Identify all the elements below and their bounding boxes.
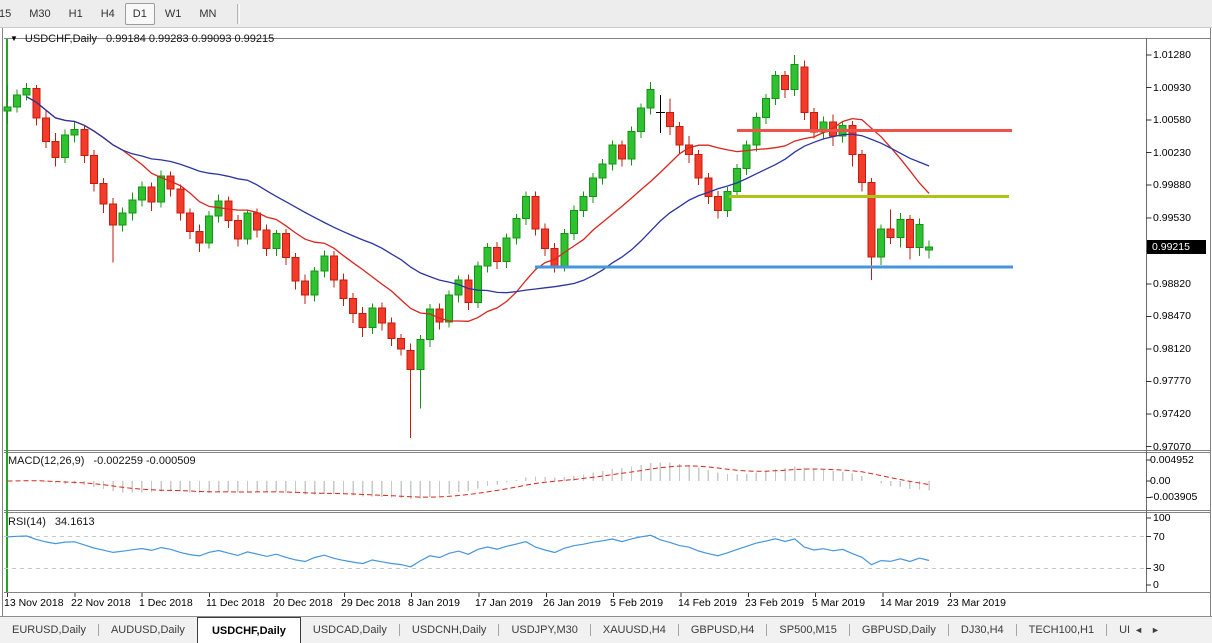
tf-button-mn[interactable]: MN	[191, 3, 224, 25]
tf-button-h1[interactable]: H1	[61, 3, 91, 25]
tab-xauusd-h4[interactable]: XAUUSD,H4	[591, 617, 678, 643]
toolbar-separator	[237, 4, 240, 24]
chart-title: ▼ USDCHF,Daily 0.99184 0.99283 0.99093 0.9…	[10, 33, 274, 45]
current-price-box: 0.99215	[1147, 240, 1206, 254]
symbol-tabbar: EURUSD,Daily AUDUSD,Daily USDCHF,Daily U…	[0, 616, 1212, 643]
macd-indicator-title: MACD(12,26,9) -0.002259 -0.000509	[8, 455, 196, 467]
tab-usdcnh-daily[interactable]: USDCNH,Daily	[400, 617, 499, 643]
chart-canvas[interactable]	[0, 28, 1212, 643]
tf-button-h4[interactable]: H4	[93, 3, 123, 25]
tf-button-d1[interactable]: D1	[125, 3, 155, 25]
chart-ohlc-values: 0.99184 0.99283 0.99093 0.99215	[106, 33, 274, 45]
tab-usdchf-daily[interactable]: USDCHF,Daily	[197, 617, 301, 643]
tab-usdcad-daily[interactable]: USDCAD,Daily	[301, 617, 399, 643]
chart-symbol-label: USDCHF,Daily	[25, 33, 97, 45]
tab-tech100-h1[interactable]: TECH100,H1	[1017, 617, 1106, 643]
tab-usdjpy-m30[interactable]: USDJPY,M30	[499, 617, 589, 643]
window-menu-icon[interactable]: ▼	[10, 34, 18, 43]
tab-gbpusd-h4[interactable]: GBPUSD,H4	[679, 617, 767, 643]
tf-button-m30[interactable]: M30	[21, 3, 58, 25]
rsi-indicator-title: RSI(14) 34.1613	[8, 516, 95, 528]
tab-truncated[interactable]: UI	[1107, 617, 1130, 643]
timeframe-toolbar: 15 M30 H1 H4 D1 W1 MN	[0, 0, 1212, 28]
rsi-value: 34.1613	[55, 516, 95, 528]
tab-gbpusd-daily[interactable]: GBPUSD,Daily	[850, 617, 948, 643]
rsi-label: RSI(14)	[8, 516, 46, 528]
tf-button-w1[interactable]: W1	[157, 3, 190, 25]
tabs-scroll-left-button[interactable]: ◄	[1130, 617, 1147, 643]
macd-label: MACD(12,26,9)	[8, 455, 84, 467]
tab-sp500-m15[interactable]: SP500,M15	[767, 617, 848, 643]
tab-eurusd-daily[interactable]: EURUSD,Daily	[0, 617, 98, 643]
tab-dj30-h4[interactable]: DJ30,H4	[949, 617, 1016, 643]
tf-button-m15[interactable]: 15	[0, 3, 19, 25]
macd-values: -0.002259 -0.000509	[93, 455, 195, 467]
tab-audusd-daily[interactable]: AUDUSD,Daily	[99, 617, 197, 643]
tabs-scroll-right-button[interactable]: ►	[1147, 617, 1164, 643]
